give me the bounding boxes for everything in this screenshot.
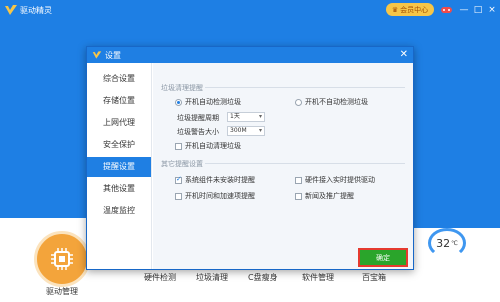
chevron-down-icon: ▾ — [258, 113, 262, 120]
component-missing-label: 系统组件未安装时提醒 — [185, 176, 255, 184]
app-titlebar: 驱动精灵 ♛ 会员中心 — □ × — [0, 0, 500, 22]
checkbox-auto-clean[interactable]: 开机自动清理垃圾 — [175, 141, 241, 151]
cycle-value: 1天 — [230, 113, 240, 120]
size-value: 300M — [230, 127, 247, 134]
size-label: 垃圾警告大小 — [177, 128, 219, 136]
checkbox-checked-icon — [175, 175, 182, 184]
section-divider — [205, 87, 405, 88]
chip-icon — [51, 248, 73, 270]
sidebar-item-general[interactable]: 综合设置 — [87, 69, 151, 89]
settings-sidebar: 综合设置 存储位置 上网代理 安全保护 提醒设置 其他设置 温度监控 — [87, 63, 152, 269]
sidebar-item-reminder[interactable]: 提醒设置 — [87, 157, 151, 177]
driver-manager-button[interactable] — [34, 231, 90, 287]
vip-label: 会员中心 — [400, 5, 429, 14]
driver-manager-label: 驱动管理 — [46, 287, 78, 296]
radio-auto-detect[interactable]: 开机自动检测垃圾 — [175, 97, 241, 107]
checkbox-unchecked-icon — [295, 176, 302, 184]
radio-unselected-icon — [295, 98, 302, 106]
boot-time-label: 开机时间和加速项提醒 — [185, 192, 255, 200]
radio-selected-icon — [175, 98, 182, 106]
sidebar-item-other[interactable]: 其他设置 — [87, 179, 151, 199]
dialog-titlebar: 设置 ✕ — [87, 47, 413, 63]
tab-software-manager[interactable]: 软件管理 — [302, 272, 334, 283]
checkbox-hardware-driver[interactable]: 硬件接入实时提供驱动 — [295, 175, 375, 185]
auto-clean-label: 开机自动清理垃圾 — [185, 142, 241, 150]
tab-hardware-detect[interactable]: 硬件检测 — [144, 272, 176, 283]
temperature-unit: ℃ — [451, 239, 458, 247]
section-divider — [205, 163, 405, 164]
tab-junk-clean[interactable]: 垃圾清理 — [196, 272, 228, 283]
hardware-driver-label: 硬件接入实时提供驱动 — [305, 176, 375, 184]
sidebar-item-security[interactable]: 安全保护 — [87, 135, 151, 155]
sidebar-item-storage[interactable]: 存储位置 — [87, 91, 151, 111]
minimize-button[interactable]: — — [458, 4, 470, 16]
sidebar-item-proxy[interactable]: 上网代理 — [87, 113, 151, 133]
radio-manual-label: 开机不自动检测垃圾 — [305, 98, 368, 106]
app-logo-icon — [5, 5, 17, 15]
dialog-title: 设置 — [105, 51, 121, 60]
game-icon[interactable] — [440, 3, 453, 16]
checkbox-unchecked-icon — [175, 142, 182, 150]
sidebar-item-temperature[interactable]: 温度监控 — [87, 201, 151, 221]
temperature-gauge[interactable]: 32 ℃ — [428, 228, 466, 258]
app-logo-icon — [92, 51, 102, 59]
chevron-down-icon: ▾ — [258, 127, 262, 134]
section-other-title: 其它提醒设置 — [161, 160, 203, 168]
checkbox-component-missing[interactable]: 系统组件未安装时提醒 — [175, 175, 255, 185]
section-junk-title: 垃圾清理提醒 — [161, 84, 203, 92]
cycle-label: 垃圾提醒周期 — [177, 114, 219, 122]
radio-auto-label: 开机自动检测垃圾 — [185, 98, 241, 106]
vip-center-button[interactable]: ♛ 会员中心 — [386, 3, 434, 16]
close-app-button[interactable]: × — [486, 4, 498, 16]
cycle-select[interactable]: 1天 ▾ — [227, 112, 265, 122]
radio-no-auto-detect[interactable]: 开机不自动检测垃圾 — [295, 97, 368, 107]
maximize-button[interactable]: □ — [472, 4, 484, 16]
temperature-value: 32 — [436, 236, 451, 250]
app-name: 驱动精灵 — [20, 6, 52, 15]
vip-icon: ♛ — [391, 5, 399, 14]
ok-button[interactable]: 确定 — [358, 248, 408, 267]
checkbox-unchecked-icon — [295, 192, 302, 200]
news-promo-label: 新闻及推广提醒 — [305, 192, 354, 200]
close-icon[interactable]: ✕ — [400, 49, 408, 60]
tab-c-drive-slim[interactable]: C盘瘦身 — [248, 272, 278, 283]
size-select[interactable]: 300M ▾ — [227, 126, 265, 136]
checkbox-news-promo[interactable]: 新闻及推广提醒 — [295, 191, 354, 201]
checkbox-unchecked-icon — [175, 192, 182, 200]
settings-dialog: 设置 ✕ 综合设置 存储位置 上网代理 安全保护 提醒设置 其他设置 温度监控 … — [86, 46, 414, 270]
tab-toolbox[interactable]: 百宝箱 — [362, 272, 386, 283]
checkbox-boot-time[interactable]: 开机时间和加速项提醒 — [175, 191, 255, 201]
settings-content: 垃圾清理提醒 开机自动检测垃圾 开机不自动检测垃圾 垃圾提醒周期 1天 ▾ 垃圾… — [153, 63, 413, 269]
